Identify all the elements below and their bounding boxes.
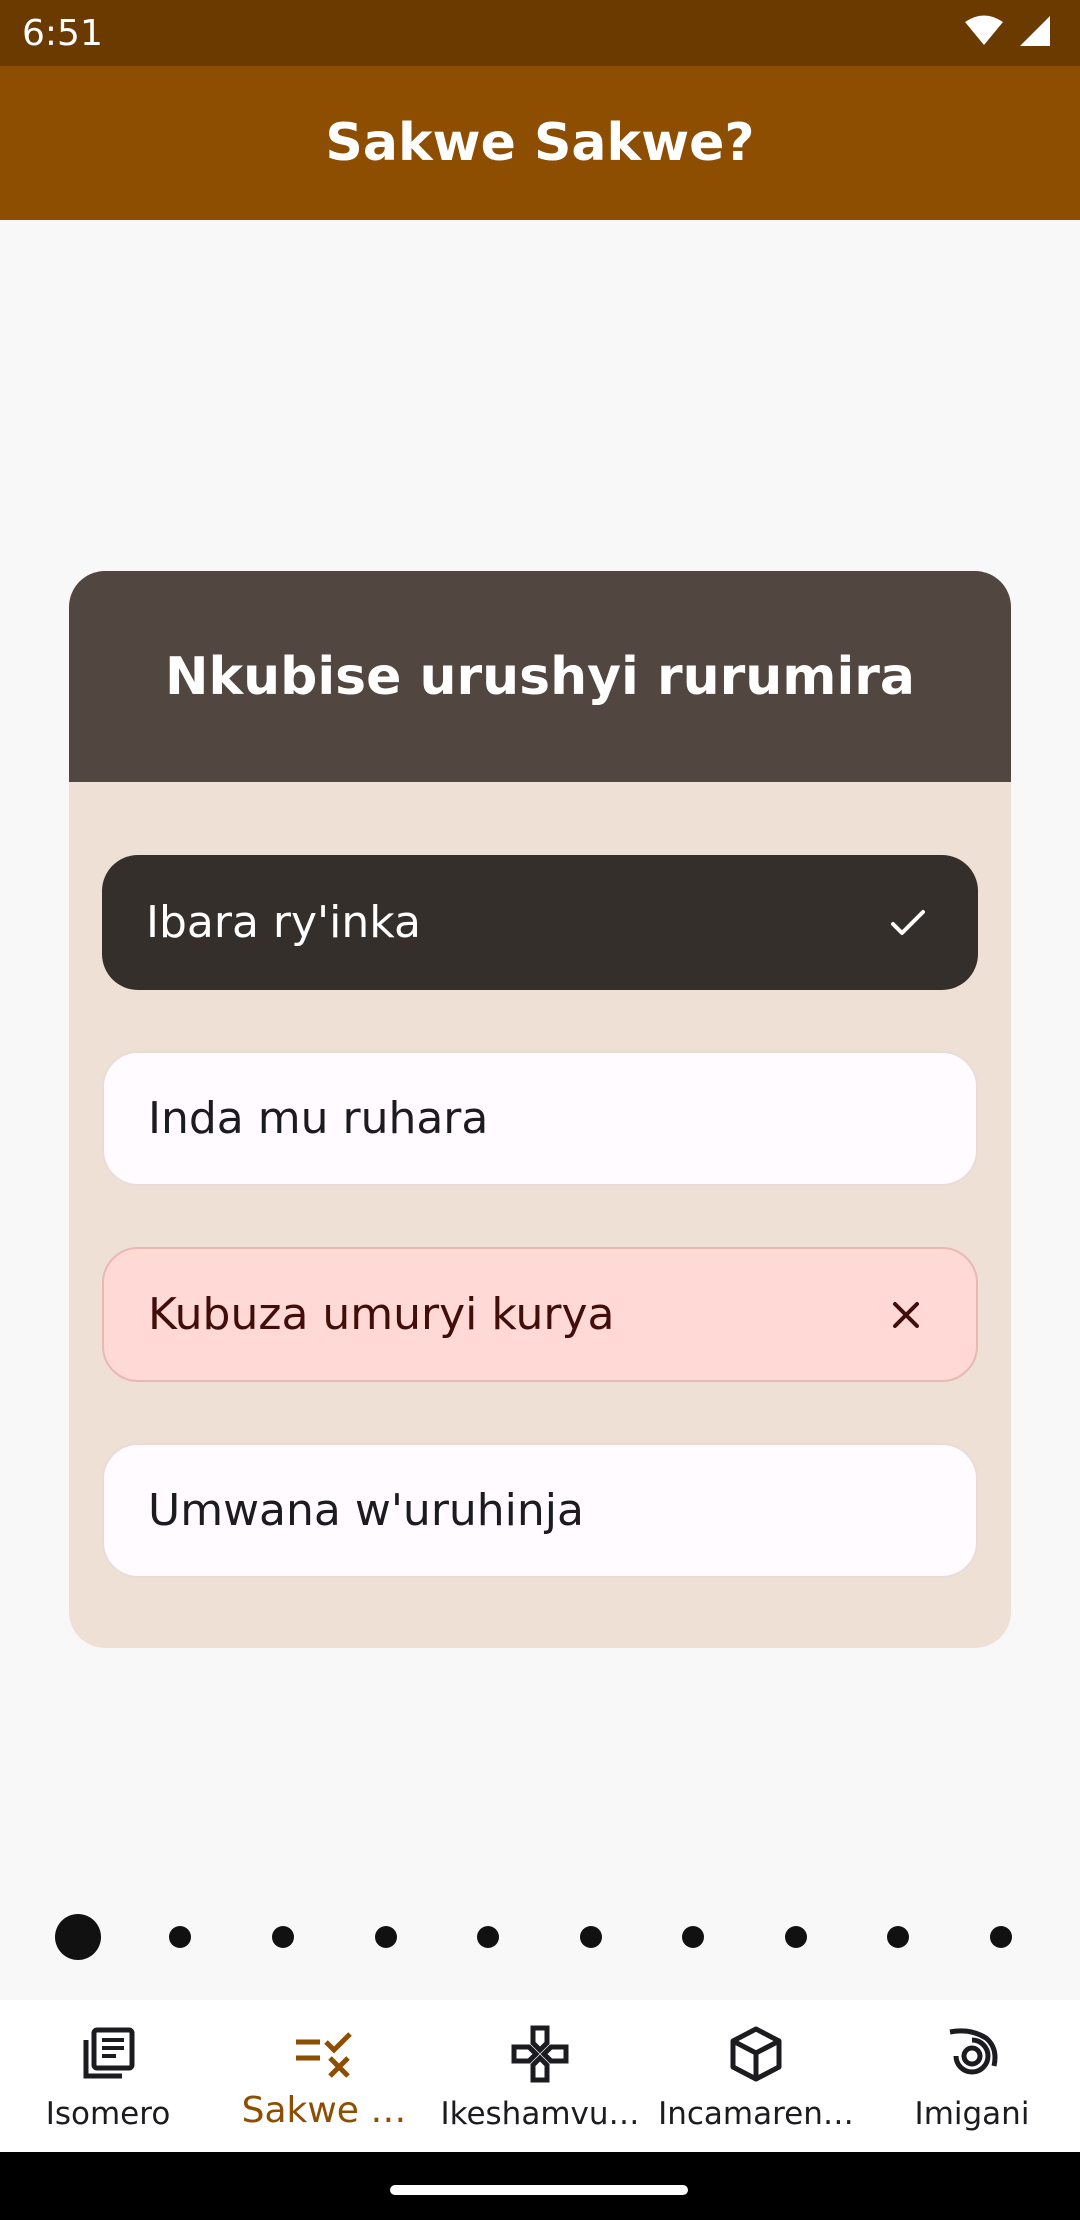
- page-dot-active[interactable]: [55, 1914, 101, 1960]
- status-time: 6:51: [22, 12, 103, 54]
- question-header: Nkubise urushyi rurumira: [69, 571, 1011, 782]
- answer-option-2[interactable]: Inda mu ruhara: [102, 1051, 978, 1186]
- cube-icon: [726, 2024, 786, 2084]
- answer-option-4[interactable]: Umwana w'uruhinja: [102, 1443, 978, 1578]
- answer-option-label: Ibara ry'inka: [146, 897, 421, 948]
- app-bar: Sakwe Sakwe?: [0, 66, 1080, 220]
- nav-item-incamarenga[interactable]: Incamaren…: [648, 2000, 864, 2152]
- answer-option-label: Umwana w'uruhinja: [148, 1485, 584, 1536]
- question-text: Nkubise urushyi rurumira: [164, 646, 916, 707]
- nav-item-sakwe[interactable]: Sakwe …: [216, 2000, 432, 2152]
- checklist-x-icon: [294, 2024, 354, 2084]
- spiral-icon: [942, 2024, 1002, 2084]
- page-indicator: [0, 1912, 1080, 1962]
- answer-option-3-wrong[interactable]: Kubuza umuryi kurya: [102, 1247, 978, 1382]
- quiz-card: Nkubise urushyi rurumira Ibara ry'inka I…: [69, 571, 1011, 1648]
- signal-icon: [1018, 14, 1052, 53]
- page-dot[interactable]: [990, 1926, 1012, 1948]
- bottom-navigation: Isomero Sakwe … Ikeshamvu… Incamaren… Im…: [0, 2000, 1080, 2152]
- page-dot[interactable]: [375, 1926, 397, 1948]
- wifi-icon: [964, 15, 1004, 52]
- page-dot[interactable]: [477, 1926, 499, 1948]
- nav-item-isomero[interactable]: Isomero: [0, 2000, 216, 2152]
- nav-label: Sakwe …: [241, 2090, 407, 2131]
- game-controller-icon: [510, 2024, 570, 2084]
- answer-option-1-correct[interactable]: Ibara ry'inka: [102, 855, 978, 990]
- page-dot[interactable]: [887, 1926, 909, 1948]
- nav-label: Incamaren…: [658, 2096, 854, 2132]
- page-dot[interactable]: [785, 1926, 807, 1948]
- status-bar: 6:51: [0, 0, 1080, 66]
- page-dot[interactable]: [272, 1926, 294, 1948]
- nav-label: Imigani: [914, 2096, 1030, 2132]
- check-icon: [888, 903, 928, 943]
- screen: 6:51 Sakwe Sakwe? Nkubise urushyi rurumi…: [0, 0, 1080, 2220]
- answer-option-label: Kubuza umuryi kurya: [148, 1289, 615, 1340]
- page-dot[interactable]: [580, 1926, 602, 1948]
- status-icons: [964, 14, 1052, 53]
- home-gesture-handle[interactable]: [390, 2185, 688, 2195]
- nav-label: Isomero: [45, 2096, 171, 2132]
- app-title: Sakwe Sakwe?: [325, 113, 755, 173]
- close-icon: [886, 1295, 926, 1335]
- page-dot[interactable]: [169, 1926, 191, 1948]
- answer-option-label: Inda mu ruhara: [148, 1093, 489, 1144]
- page-dot[interactable]: [682, 1926, 704, 1948]
- library-books-icon: [78, 2024, 138, 2084]
- nav-label: Ikeshamvu…: [440, 2096, 640, 2132]
- gesture-nav-area: [0, 2152, 1080, 2220]
- nav-item-imigani[interactable]: Imigani: [864, 2000, 1080, 2152]
- nav-item-ikeshamvugo[interactable]: Ikeshamvu…: [432, 2000, 648, 2152]
